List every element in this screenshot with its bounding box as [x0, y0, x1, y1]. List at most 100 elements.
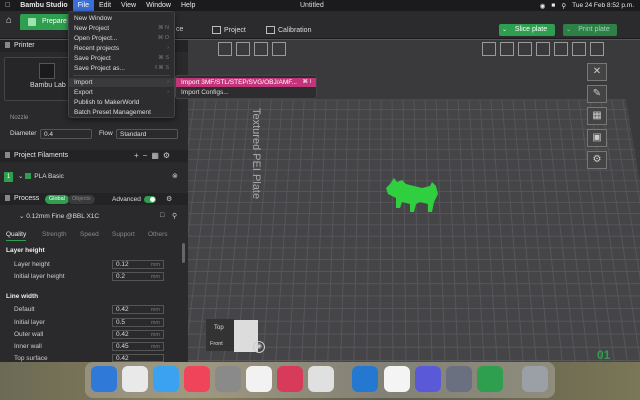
split-tool-icon[interactable] [572, 42, 586, 56]
filament-slot-number[interactable]: 1 [4, 172, 13, 182]
assembly-tool-icon[interactable] [554, 42, 568, 56]
view-cube-front[interactable]: Front [206, 337, 234, 351]
diameter-select[interactable]: 0.4 [40, 129, 92, 139]
tab-preview[interactable]: ce [176, 26, 183, 33]
freeform-icon[interactable] [246, 366, 272, 392]
printer-name: Bambu Lab [30, 82, 66, 89]
tab-project-label: Project [224, 26, 246, 34]
arrange-plate-icon[interactable]: ▦ [587, 107, 607, 125]
menu-help[interactable]: Help [176, 0, 200, 11]
plate-number[interactable]: 01 [597, 348, 610, 362]
support-tool-icon[interactable] [590, 42, 604, 56]
menu-item-recent-projects[interactable]: Recent projects › [69, 44, 174, 53]
filaments-header-label: Project Filaments [14, 152, 69, 159]
app-menu[interactable]: Bambu Studio [15, 0, 72, 11]
trash-icon[interactable] [522, 366, 548, 392]
system-settings-icon[interactable] [215, 366, 241, 392]
add-filament-icon[interactable]: + [134, 151, 143, 160]
menu-item-new-window[interactable]: New Window [69, 14, 174, 23]
menu-window[interactable]: Window [141, 0, 176, 11]
camera-icon[interactable]: ◉ [253, 341, 265, 353]
teams-icon[interactable] [415, 366, 441, 392]
search-icon[interactable]: ⚲ [561, 2, 566, 10]
creative-cloud-icon[interactable] [277, 366, 303, 392]
filament-list-icon[interactable]: ▦ [151, 151, 163, 160]
flow-select[interactable]: Standard [116, 129, 178, 139]
menu-item-new-project[interactable]: New Project ⌘ N [69, 24, 174, 33]
menu-item-save-project[interactable]: Save Project ⌘ S [69, 54, 174, 63]
tab-others[interactable]: Others [148, 229, 168, 240]
tab-speed[interactable]: Speed [80, 229, 99, 240]
spreadsheet-icon[interactable] [477, 366, 503, 392]
lw-outer-input[interactable]: 0.42 mm [112, 330, 164, 339]
safari-icon[interactable] [153, 366, 179, 392]
slice-plate-button[interactable]: ⌄ Slice plate [499, 24, 555, 36]
menu-item-import[interactable]: Import › [69, 78, 174, 87]
process-preset-select[interactable]: ⌄ 0.12mm Fine @BBL X1C [16, 212, 156, 222]
filament-settings-icon[interactable]: ⚙ [163, 151, 174, 160]
menu-item-open-project[interactable]: Open Project... ⌘ O [69, 34, 174, 43]
initial-layer-height-label: Initial layer height [14, 273, 65, 280]
menu-item-publish[interactable]: Publish to MakerWorld [69, 98, 174, 107]
plate-settings-icon[interactable]: ⚙ [587, 151, 607, 169]
layer-height-input[interactable]: 0.12 mm [112, 260, 164, 269]
auto-orient-icon[interactable]: ✎ [587, 85, 607, 103]
lw-initial-input[interactable]: 0.5 mm [112, 318, 164, 327]
add-object-icon[interactable] [218, 42, 232, 56]
finder-icon[interactable] [91, 366, 117, 392]
launchpad-icon[interactable] [122, 366, 148, 392]
lw-top-input[interactable]: 0.42 [112, 354, 164, 362]
menu-item-save-project-as[interactable]: Save Project as... ⇧⌘ S [69, 64, 174, 73]
lw-default-input[interactable]: 0.42 mm [112, 305, 164, 314]
orient-icon[interactable] [272, 42, 286, 56]
tab-project[interactable]: Project [212, 26, 246, 34]
menubar-clock[interactable]: Tue 24 Feb 8:52 p.m. [572, 2, 634, 9]
chevron-down-icon: ⌄ [19, 213, 25, 220]
wifi-icon[interactable]: ◉ [540, 2, 546, 10]
cut-tool-icon[interactable] [500, 42, 514, 56]
process-objects-toggle[interactable]: Objects [68, 195, 95, 204]
vscode-icon[interactable] [352, 366, 378, 392]
menu-file[interactable]: File [72, 0, 94, 11]
apple-menu-icon[interactable]:  [0, 0, 15, 11]
filament-select[interactable]: ⌄ PLA Basic [18, 172, 64, 182]
menu-edit[interactable]: Edit [94, 0, 116, 11]
tab-strength[interactable]: Strength [42, 229, 67, 240]
chevron-down-icon[interactable]: ⌄ [502, 24, 507, 36]
filament-edit-icon[interactable]: ⊗ [172, 172, 178, 180]
paint-tool-icon[interactable] [518, 42, 532, 56]
save-preset-icon[interactable]: □ [160, 212, 164, 219]
control-center-icon[interactable]: ■ [551, 2, 555, 9]
menu-item-export[interactable]: Export › [69, 88, 174, 97]
home-icon[interactable]: ⌂ [3, 15, 15, 27]
music-icon[interactable] [184, 366, 210, 392]
initial-layer-height-input[interactable]: 0.2 mm [112, 272, 164, 281]
close-icon[interactable]: ✕ [587, 63, 607, 81]
scottie-dog-model[interactable] [384, 174, 444, 214]
process-settings-icon[interactable]: ⚙ [166, 195, 172, 203]
tab-calibration[interactable]: Calibration [266, 26, 311, 34]
tab-support[interactable]: Support [112, 229, 135, 240]
measure-tool-icon[interactable] [536, 42, 550, 56]
bambu-studio-icon[interactable] [446, 366, 472, 392]
lw-inner-input[interactable]: 0.45 mm [112, 342, 164, 351]
process-global-toggle[interactable]: Global [45, 195, 69, 204]
chrome-icon[interactable] [384, 366, 410, 392]
search-icon[interactable]: ⚲ [172, 212, 177, 220]
sidebar-scrollbar[interactable] [182, 243, 185, 263]
arrange-icon[interactable] [254, 42, 268, 56]
text-tool-icon[interactable] [482, 42, 496, 56]
menu-item-import-models[interactable]: Import 3MF/STL/STEP/SVG/OBJ/AMF... ⌘ I [176, 78, 316, 87]
lock-icon[interactable]: ▣ [587, 129, 607, 147]
tab-quality[interactable]: Quality [6, 229, 27, 241]
process-preset-value: 0.12mm Fine @BBL X1C [26, 213, 100, 220]
advanced-toggle[interactable] [144, 196, 156, 203]
grid-view-icon[interactable] [236, 42, 250, 56]
view-cube-top[interactable]: Top [206, 319, 234, 337]
menu-item-batch-preset[interactable]: Batch Preset Management [69, 108, 174, 117]
print-plate-button[interactable]: ⌄ Print plate [563, 24, 617, 36]
menu-view[interactable]: View [116, 0, 141, 11]
menu-item-import-configs[interactable]: Import Configs... [176, 88, 316, 97]
app-icon[interactable] [308, 366, 334, 392]
chevron-down-icon[interactable]: ⌄ [566, 24, 571, 36]
